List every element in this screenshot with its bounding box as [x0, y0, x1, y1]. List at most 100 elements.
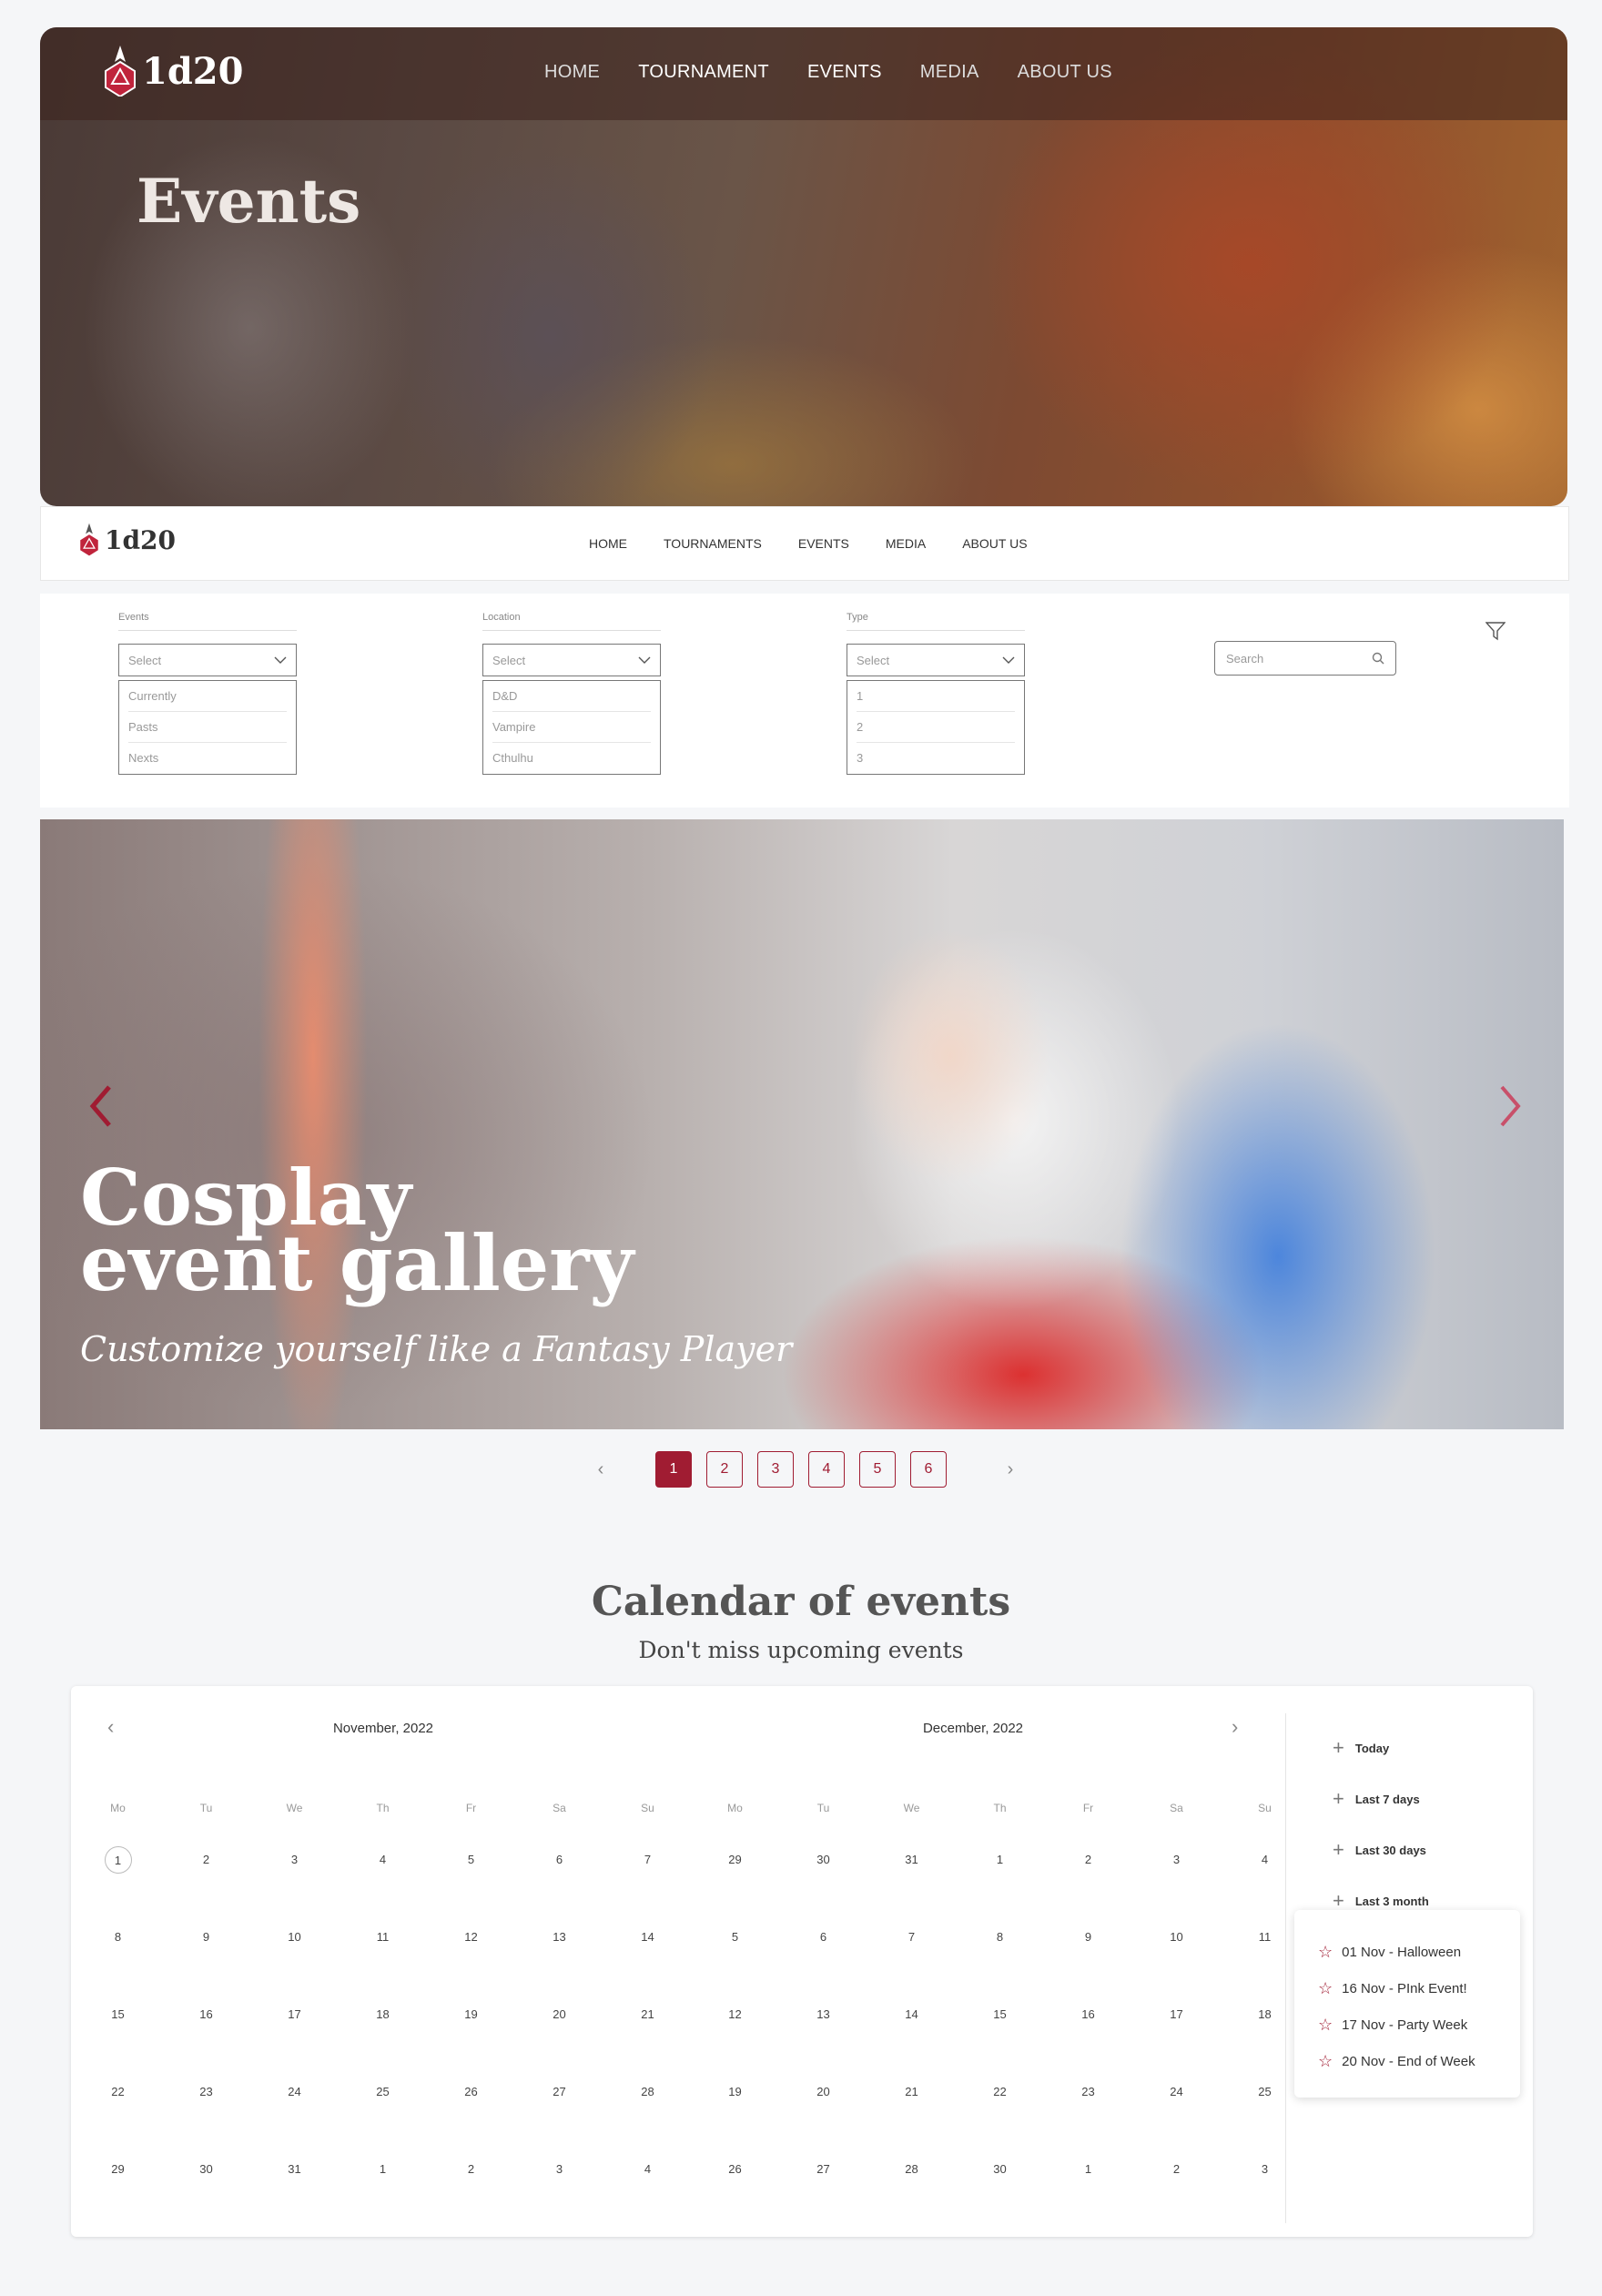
day-cell[interactable]: 31 [250, 2162, 339, 2176]
day-cell[interactable]: 30 [162, 2162, 250, 2176]
day-cell[interactable]: 9 [1044, 1930, 1132, 1944]
event-item[interactable]: ☆ 17 Nov - Party Week [1318, 2006, 1520, 2043]
brand-logo-small[interactable]: 1d20 [77, 522, 176, 558]
location-select[interactable]: Select [482, 644, 661, 676]
day-cell[interactable]: 3 [1132, 1853, 1221, 1866]
day-cell[interactable]: 15 [74, 2007, 162, 2021]
day-cell[interactable]: 4 [603, 2162, 692, 2176]
subnav-events[interactable]: EVENTS [798, 536, 849, 551]
day-cell[interactable]: 13 [515, 1930, 603, 1944]
day-cell[interactable]: 24 [250, 2085, 339, 2098]
day-cell[interactable]: 16 [162, 2007, 250, 2021]
day-cell[interactable]: 2 [1044, 1853, 1132, 1866]
day-cell[interactable]: 11 [339, 1930, 427, 1944]
day-cell[interactable]: 19 [427, 2007, 515, 2021]
day-cell[interactable]: 23 [162, 2085, 250, 2098]
option-item[interactable]: D&D [492, 681, 651, 712]
day-cell[interactable]: 20 [515, 2007, 603, 2021]
day-cell[interactable]: 9 [162, 1930, 250, 1944]
day-cell[interactable]: 28 [867, 2162, 956, 2176]
subnav-media[interactable]: MEDIA [886, 536, 926, 551]
day-cell[interactable]: 27 [779, 2162, 867, 2176]
day-cell[interactable]: 1 [74, 1845, 162, 1874]
chevron-right-icon[interactable]: › [1232, 1715, 1238, 1739]
chevron-right-icon[interactable]: › [992, 1459, 1029, 1480]
option-item[interactable]: 2 [857, 712, 1015, 743]
hero-nav-home[interactable]: HOME [544, 62, 600, 83]
day-cell[interactable]: 6 [515, 1853, 603, 1866]
chevron-left-icon[interactable] [87, 1083, 115, 1129]
day-cell[interactable]: 18 [339, 2007, 427, 2021]
option-item[interactable]: Currently [128, 681, 287, 712]
day-cell[interactable]: 30 [956, 2162, 1044, 2176]
day-cell[interactable]: 29 [74, 2162, 162, 2176]
day-cell[interactable]: 3 [1221, 2162, 1309, 2176]
day-cell[interactable]: 5 [691, 1930, 779, 1944]
day-cell[interactable]: 17 [250, 2007, 339, 2021]
day-cell[interactable]: 1 [956, 1853, 1044, 1866]
range-today[interactable]: + Today [1333, 1722, 1429, 1773]
day-cell[interactable]: 19 [691, 2085, 779, 2098]
day-cell[interactable]: 26 [427, 2085, 515, 2098]
day-cell[interactable]: 23 [1044, 2085, 1132, 2098]
day-cell[interactable]: 16 [1044, 2007, 1132, 2021]
day-cell[interactable]: 13 [779, 2007, 867, 2021]
day-cell[interactable]: 17 [1132, 2007, 1221, 2021]
page-button[interactable]: 2 [706, 1451, 743, 1488]
chevron-right-icon[interactable] [1496, 1083, 1524, 1129]
day-cell[interactable]: 10 [250, 1930, 339, 1944]
day-cell[interactable]: 7 [603, 1853, 692, 1866]
hero-nav-media[interactable]: MEDIA [920, 62, 979, 83]
option-item[interactable]: Vampire [492, 712, 651, 743]
day-cell[interactable]: 1 [339, 2162, 427, 2176]
day-cell[interactable]: 1 [1044, 2162, 1132, 2176]
day-cell[interactable]: 24 [1132, 2085, 1221, 2098]
option-item[interactable]: Nexts [128, 743, 287, 774]
range-last-7-days[interactable]: + Last 7 days [1333, 1773, 1429, 1824]
day-cell[interactable]: 4 [339, 1853, 427, 1866]
day-cell[interactable]: 15 [956, 2007, 1044, 2021]
option-item[interactable]: Cthulhu [492, 743, 651, 774]
brand-logo[interactable]: 1d20 [102, 46, 243, 97]
page-button[interactable]: 4 [808, 1451, 845, 1488]
option-item[interactable]: 3 [857, 743, 1015, 774]
day-cell[interactable]: 6 [779, 1930, 867, 1944]
day-cell[interactable]: 10 [1132, 1930, 1221, 1944]
chevron-left-icon[interactable]: ‹ [583, 1459, 619, 1480]
day-cell[interactable]: 25 [339, 2085, 427, 2098]
day-cell[interactable]: 8 [74, 1930, 162, 1944]
subnav-home[interactable]: HOME [589, 536, 627, 551]
page-button[interactable]: 1 [655, 1451, 692, 1488]
event-item[interactable]: ☆ 01 Nov - Halloween [1318, 1934, 1520, 1970]
option-item[interactable]: Pasts [128, 712, 287, 743]
day-cell[interactable]: 5 [427, 1853, 515, 1866]
hero-nav-about[interactable]: ABOUT US [1018, 62, 1112, 83]
day-cell[interactable]: 30 [779, 1853, 867, 1866]
day-cell[interactable]: 2 [1132, 2162, 1221, 2176]
day-cell[interactable]: 22 [956, 2085, 1044, 2098]
day-cell[interactable]: 14 [867, 2007, 956, 2021]
subnav-about[interactable]: ABOUT US [962, 536, 1027, 551]
type-select[interactable]: Select [847, 644, 1025, 676]
day-cell[interactable]: 4 [1221, 1853, 1309, 1866]
day-cell[interactable]: 26 [691, 2162, 779, 2176]
day-cell[interactable]: 3 [515, 2162, 603, 2176]
day-cell[interactable]: 21 [603, 2007, 692, 2021]
day-cell[interactable]: 21 [867, 2085, 956, 2098]
day-cell[interactable]: 8 [956, 1930, 1044, 1944]
hero-nav-tournament[interactable]: TOURNAMENT [638, 62, 769, 83]
chevron-left-icon[interactable]: ‹ [107, 1715, 114, 1739]
day-cell[interactable]: 20 [779, 2085, 867, 2098]
events-select[interactable]: Select [118, 644, 297, 676]
filter-icon[interactable] [1485, 621, 1506, 641]
event-item[interactable]: ☆ 16 Nov - PInk Event! [1318, 1970, 1520, 2006]
day-cell[interactable]: 22 [74, 2085, 162, 2098]
page-button[interactable]: 3 [757, 1451, 794, 1488]
hero-nav-events[interactable]: EVENTS [807, 62, 882, 83]
event-item[interactable]: ☆ 20 Nov - End of Week [1318, 2043, 1520, 2079]
range-last-30-days[interactable]: + Last 30 days [1333, 1824, 1429, 1875]
day-cell[interactable]: 7 [867, 1930, 956, 1944]
page-button[interactable]: 6 [910, 1451, 947, 1488]
day-cell[interactable]: 2 [427, 2162, 515, 2176]
day-cell[interactable]: 31 [867, 1853, 956, 1866]
